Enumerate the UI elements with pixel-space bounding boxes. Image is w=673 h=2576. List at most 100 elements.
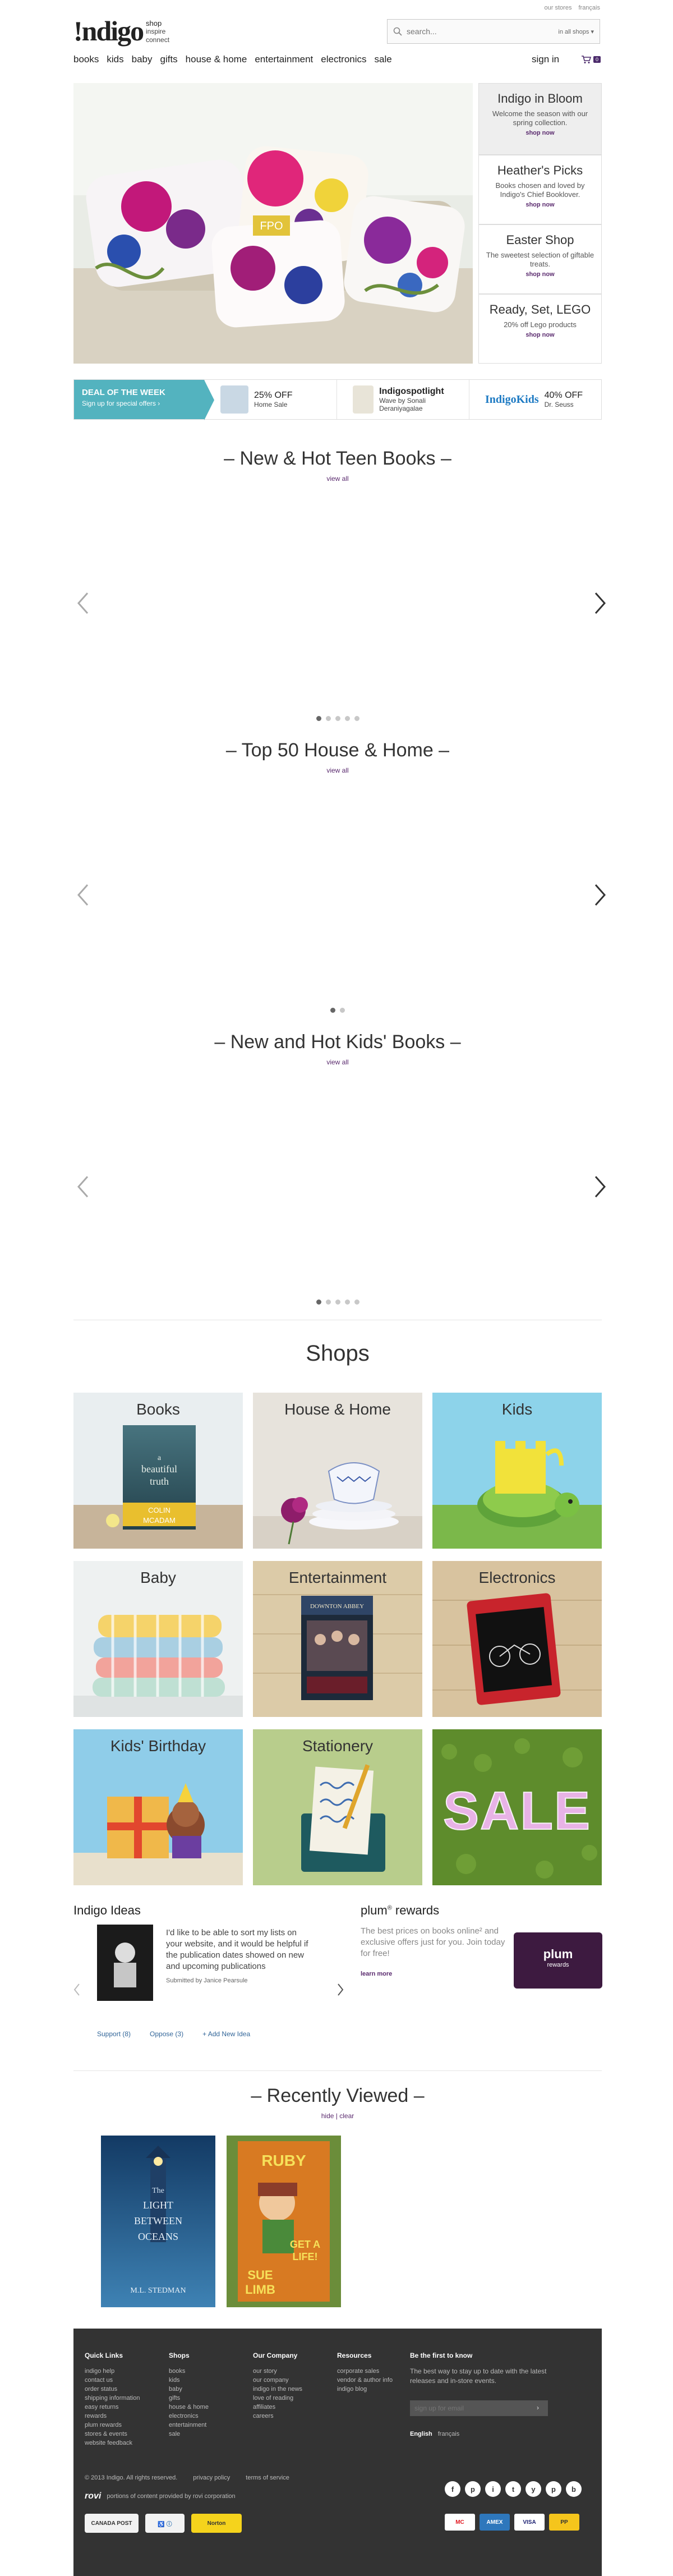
view-all-teen-books[interactable]: view all	[73, 475, 602, 483]
newsletter-submit-icon[interactable]: ›	[537, 2404, 539, 2412]
carousel-dot[interactable]	[316, 1300, 321, 1305]
footer-link[interactable]: stores & events	[85, 2430, 140, 2439]
shop-tile-baby[interactable]: Baby	[73, 1561, 243, 1717]
promo-easter-shop[interactable]: Easter Shop The sweetest selection of gi…	[478, 224, 602, 294]
deal-of-the-week[interactable]: DEAL OF THE WEEK Sign up for special off…	[74, 380, 214, 420]
shop-tile-entertainment[interactable]: DOWNTON ABBEY Entertainment	[253, 1561, 422, 1717]
pinterest-icon[interactable]: p	[465, 2481, 481, 2497]
footer-link[interactable]: indigo blog	[337, 2385, 393, 2394]
footer-link[interactable]: plum rewards	[85, 2421, 140, 2430]
blog-icon[interactable]: b	[566, 2481, 582, 2497]
promo-indigo-in-bloom[interactable]: Indigo in Bloom Welcome the season with …	[478, 83, 602, 155]
nav-house-home[interactable]: house & home	[186, 54, 247, 65]
deal-indigo-spotlight[interactable]: Indigospotlight Wave by Sonali Deraniyag…	[336, 380, 469, 419]
carousel-dot[interactable]	[344, 1300, 350, 1305]
carousel-dot[interactable]	[325, 1300, 331, 1305]
twitter-icon[interactable]: t	[505, 2481, 521, 2497]
footer-link[interactable]: electronics	[169, 2412, 209, 2421]
privacy-link[interactable]: privacy policy	[193, 2474, 230, 2481]
footer-link[interactable]: entertainment	[169, 2421, 209, 2430]
recent-hide-link[interactable]: hide	[321, 2112, 334, 2120]
footer-link[interactable]: baby	[169, 2385, 209, 2394]
view-all-house-home[interactable]: view all	[73, 766, 602, 774]
nav-baby[interactable]: baby	[132, 54, 153, 65]
promo-shop-now-link[interactable]: shop now	[483, 201, 597, 208]
shop-tile-sale[interactable]: SALE	[432, 1729, 602, 1885]
lang-english[interactable]: English	[410, 2431, 432, 2437]
footer-link[interactable]: indigo in the news	[253, 2385, 302, 2394]
carousel-dot[interactable]	[354, 1300, 359, 1305]
nav-entertainment[interactable]: entertainment	[255, 54, 313, 65]
nav-kids[interactable]: kids	[107, 54, 123, 65]
carousel-dot[interactable]	[354, 716, 359, 721]
footer-link[interactable]: our story	[253, 2367, 302, 2376]
footer-link[interactable]: our company	[253, 2376, 302, 2385]
footer-link[interactable]: shipping information	[85, 2394, 140, 2403]
promo-shop-now-link[interactable]: shop now	[483, 130, 597, 136]
carousel-dot[interactable]	[325, 716, 331, 721]
deal-home-sale[interactable]: 25% OFF Home Sale	[204, 380, 336, 419]
youtube-icon[interactable]: y	[526, 2481, 541, 2497]
footer-link[interactable]: books	[169, 2367, 209, 2376]
view-all-kids-books[interactable]: view all	[73, 1058, 602, 1066]
shop-tile-kids-birthday[interactable]: Kids' Birthday	[73, 1729, 243, 1885]
idea-oppose-button[interactable]: Oppose (3)	[150, 2030, 183, 2038]
carousel-dot[interactable]	[316, 716, 321, 721]
ideas-prev-arrow[interactable]	[72, 1982, 82, 1998]
carousel-dot[interactable]	[335, 1300, 340, 1305]
footer-link[interactable]: website feedback	[85, 2439, 140, 2448]
recent-clear-link[interactable]: clear	[339, 2112, 354, 2120]
plum-rewards-card[interactable]: plum rewards	[514, 1932, 602, 1989]
footer-link[interactable]: sale	[169, 2430, 209, 2439]
footer-link[interactable]: vendor & author info	[337, 2376, 393, 2385]
carousel-dot[interactable]	[344, 716, 350, 721]
newsletter-email-input[interactable]	[410, 2400, 548, 2416]
search-input[interactable]	[388, 20, 559, 43]
cart-button[interactable]: 0	[581, 55, 601, 64]
carousel-next-arrow[interactable]	[589, 878, 611, 912]
footer-link[interactable]: corporate sales	[337, 2367, 393, 2376]
footer-link[interactable]: gifts	[169, 2394, 209, 2403]
shop-tile-kids[interactable]: Kids	[432, 1393, 602, 1549]
carousel-prev-arrow[interactable]	[72, 1170, 94, 1204]
promo-shop-now-link[interactable]: shop now	[483, 332, 597, 338]
footer-link[interactable]: rewards	[85, 2412, 140, 2421]
recent-book-light-between-oceans[interactable]: The LIGHT BETWEEN OCEANS M.L. STEDMAN	[101, 2136, 215, 2307]
shop-tile-house-home[interactable]: House & Home	[253, 1393, 422, 1549]
search-scope-select[interactable]: in all shops ▾	[558, 28, 600, 35]
deal-signup-link[interactable]: Sign up for special offers ›	[82, 400, 196, 407]
shop-tile-electronics[interactable]: Electronics	[432, 1561, 602, 1717]
indigo-logo[interactable]: !ndigo	[73, 17, 144, 45]
footer-link[interactable]: kids	[169, 2376, 209, 2385]
nav-gifts[interactable]: gifts	[160, 54, 177, 65]
carousel-dot[interactable]	[335, 716, 340, 721]
hero-banner[interactable]: FPO	[73, 83, 473, 364]
promo-lego[interactable]: Ready, Set, LEGO 20% off Lego products s…	[478, 294, 602, 364]
terms-link[interactable]: terms of service	[246, 2474, 289, 2481]
carousel-dot[interactable]	[340, 1008, 345, 1013]
footer-link[interactable]: easy returns	[85, 2403, 140, 2412]
footer-link[interactable]: affiliates	[253, 2403, 302, 2412]
footer-link[interactable]: contact us	[85, 2376, 140, 2385]
recent-book-ruby[interactable]: RUBY GET A LIFE! SUE LIMB	[227, 2136, 341, 2307]
sign-in-link[interactable]: sign in	[532, 54, 559, 65]
our-stores-link[interactable]: our stores	[545, 4, 572, 11]
footer-link[interactable]: house & home	[169, 2403, 209, 2412]
facebook-icon[interactable]: f	[445, 2481, 460, 2497]
promo-heathers-picks[interactable]: Heather's Picks Books chosen and loved b…	[478, 155, 602, 224]
nav-books[interactable]: books	[73, 54, 99, 65]
footer-link[interactable]: love of reading	[253, 2394, 302, 2403]
add-new-idea-button[interactable]: + Add New Idea	[202, 2030, 250, 2038]
carousel-next-arrow[interactable]	[589, 1170, 611, 1204]
deal-dr-seuss[interactable]: IndigoKids 40% OFF Dr. Seuss	[469, 380, 601, 419]
shop-tile-books[interactable]: a beautiful truth COLIN MCADAM Books	[73, 1393, 243, 1549]
shop-tile-stationery[interactable]: Stationery	[253, 1729, 422, 1885]
carousel-dot[interactable]	[330, 1008, 335, 1013]
pinterest-alt-icon[interactable]: p	[546, 2481, 561, 2497]
carousel-next-arrow[interactable]	[589, 586, 611, 620]
idea-support-button[interactable]: Support (8)	[97, 2030, 131, 2038]
footer-link[interactable]: careers	[253, 2412, 302, 2421]
carousel-prev-arrow[interactable]	[72, 586, 94, 620]
nav-sale[interactable]: sale	[375, 54, 392, 65]
carousel-prev-arrow[interactable]	[72, 878, 94, 912]
